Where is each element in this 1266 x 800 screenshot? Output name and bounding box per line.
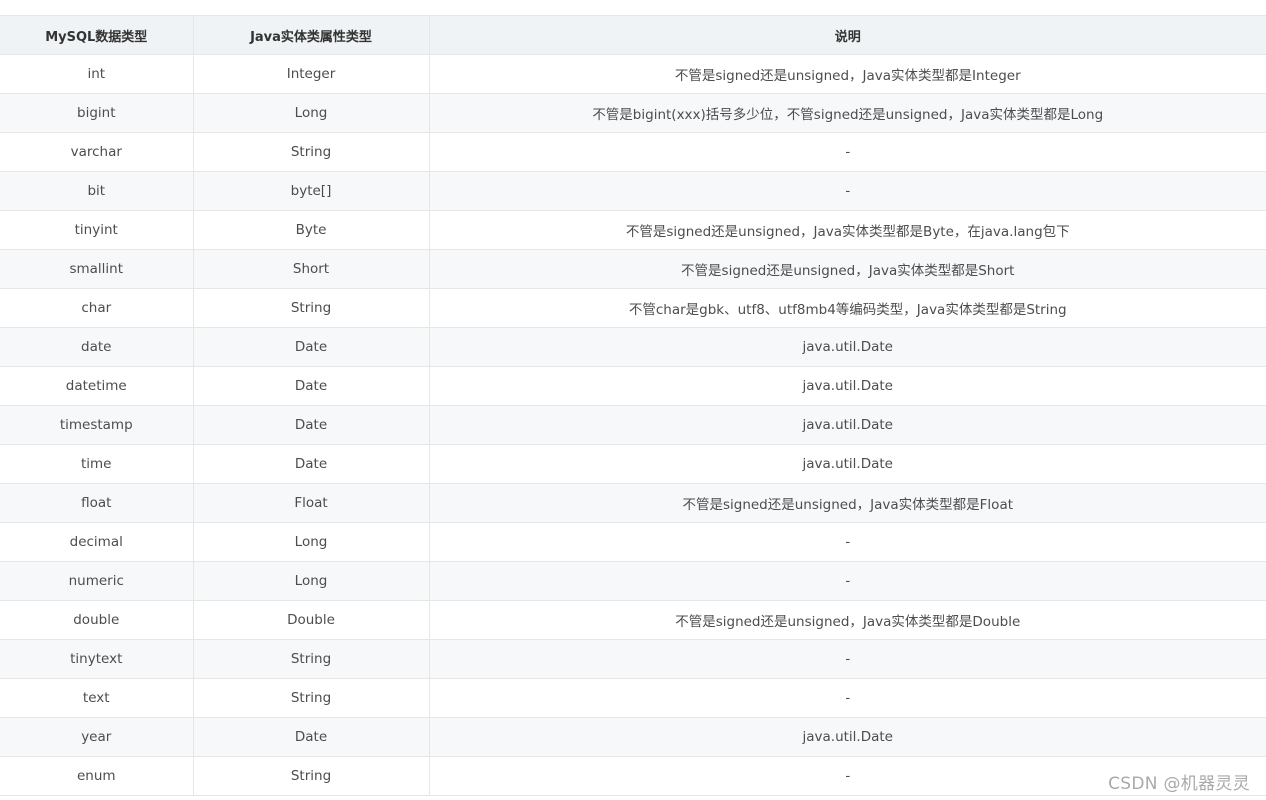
mysql-type-cell: numeric xyxy=(0,561,194,601)
table-row: int Integer 不管是signed还是unsigned，Java实体类型都是… xyxy=(0,54,1266,94)
description-cell: java.util.Date xyxy=(428,717,1266,757)
mysql-type-cell: int xyxy=(0,54,194,94)
mysql-type-cell: date xyxy=(0,327,194,367)
mysql-type-cell: double xyxy=(0,600,194,640)
description-cell: 不管是signed还是unsigned，Java实体类型都是Byte，在java… xyxy=(428,210,1266,250)
mysql-type-cell: timestamp xyxy=(0,405,194,445)
description-cell: 不管是signed还是unsigned，Java实体类型都是Double xyxy=(428,600,1266,640)
java-type-cell: Long xyxy=(192,561,430,601)
mysql-type-cell: float xyxy=(0,483,194,523)
java-type-cell: Short xyxy=(192,249,430,289)
mysql-type-cell: tinyint xyxy=(0,210,194,250)
java-type-cell: Date xyxy=(192,444,430,484)
description-cell: java.util.Date xyxy=(428,405,1266,445)
header-mysql-type: MySQL数据类型 xyxy=(0,15,194,55)
java-type-cell: Date xyxy=(192,366,430,406)
mysql-type-cell: bit xyxy=(0,171,194,211)
table-header: MySQL数据类型 Java实体类属性类型 说明 xyxy=(0,15,1266,55)
header-row: MySQL数据类型 Java实体类属性类型 说明 xyxy=(0,15,1266,55)
description-cell: - xyxy=(428,171,1266,211)
table-row: float Float 不管是signed还是unsigned，Java实体类型都是… xyxy=(0,483,1266,523)
description-cell: java.util.Date xyxy=(428,444,1266,484)
table-body: int Integer 不管是signed还是unsigned，Java实体类型都是… xyxy=(0,54,1266,796)
java-type-cell: Float xyxy=(192,483,430,523)
java-type-cell: Long xyxy=(192,93,430,133)
mysql-type-cell: decimal xyxy=(0,522,194,562)
description-cell: - xyxy=(428,522,1266,562)
table-row: datetime Date java.util.Date xyxy=(0,366,1266,406)
table-row: date Date java.util.Date xyxy=(0,327,1266,367)
table-row: char String 不管char是gbk、utf8、utf8mb4等编码类型，J… xyxy=(0,288,1266,328)
header-description: 说明 xyxy=(428,15,1266,55)
table-row: decimal Long - xyxy=(0,522,1266,562)
java-type-cell: byte[] xyxy=(192,171,430,211)
java-type-cell: String xyxy=(192,639,430,679)
table-row: timestamp Date java.util.Date xyxy=(0,405,1266,445)
mysql-type-cell: year xyxy=(0,717,194,757)
table-row: numeric Long - xyxy=(0,561,1266,601)
mysql-type-cell: datetime xyxy=(0,366,194,406)
java-type-cell: Integer xyxy=(192,54,430,94)
type-mapping-table-container: MySQL数据类型 Java实体类属性类型 说明 int Integer 不管是si… xyxy=(0,15,1266,796)
mysql-type-cell: enum xyxy=(0,756,194,796)
description-cell: java.util.Date xyxy=(428,327,1266,367)
description-cell: 不管是bigint(xxx)括号多少位，不管signed还是unsigned，J… xyxy=(428,93,1266,133)
java-type-cell: Long xyxy=(192,522,430,562)
java-type-cell: String xyxy=(192,756,430,796)
description-cell: - xyxy=(428,561,1266,601)
table-row: bigint Long 不管是bigint(xxx)括号多少位，不管signed还是… xyxy=(0,93,1266,133)
mysql-type-cell: tinytext xyxy=(0,639,194,679)
mysql-type-cell: text xyxy=(0,678,194,718)
table-row: tinyint Byte 不管是signed还是unsigned，Java实体类型都… xyxy=(0,210,1266,250)
java-type-cell: String xyxy=(192,288,430,328)
java-type-cell: Date xyxy=(192,405,430,445)
mysql-type-cell: char xyxy=(0,288,194,328)
type-mapping-table: MySQL数据类型 Java实体类属性类型 说明 int Integer 不管是si… xyxy=(0,15,1266,796)
table-row: varchar String - xyxy=(0,132,1266,172)
description-cell: 不管是signed还是unsigned，Java实体类型都是Float xyxy=(428,483,1266,523)
java-type-cell: String xyxy=(192,678,430,718)
table-row: tinytext String - xyxy=(0,639,1266,679)
mysql-type-cell: varchar xyxy=(0,132,194,172)
java-type-cell: String xyxy=(192,132,430,172)
mysql-type-cell: bigint xyxy=(0,93,194,133)
java-type-cell: Byte xyxy=(192,210,430,250)
table-row: text String - xyxy=(0,678,1266,718)
description-cell: 不管char是gbk、utf8、utf8mb4等编码类型，Java实体类型都是S… xyxy=(428,288,1266,328)
mysql-type-cell: time xyxy=(0,444,194,484)
description-cell: - xyxy=(428,678,1266,718)
csdn-watermark: CSDN @机器灵灵 xyxy=(1108,774,1250,794)
description-cell: 不管是signed还是unsigned，Java实体类型都是Short xyxy=(428,249,1266,289)
table-row: time Date java.util.Date xyxy=(0,444,1266,484)
header-java-type: Java实体类属性类型 xyxy=(192,15,430,55)
description-cell: - xyxy=(428,132,1266,172)
table-row: double Double 不管是signed还是unsigned，Java实体类型… xyxy=(0,600,1266,640)
java-type-cell: Date xyxy=(192,717,430,757)
description-cell: - xyxy=(428,639,1266,679)
table-row: year Date java.util.Date xyxy=(0,717,1266,757)
table-row: smallint Short 不管是signed还是unsigned，Java实体类… xyxy=(0,249,1266,289)
description-cell: java.util.Date xyxy=(428,366,1266,406)
java-type-cell: Double xyxy=(192,600,430,640)
java-type-cell: Date xyxy=(192,327,430,367)
mysql-type-cell: smallint xyxy=(0,249,194,289)
table-row: enum String - xyxy=(0,756,1266,796)
table-row: bit byte[] - xyxy=(0,171,1266,211)
description-cell: 不管是signed还是unsigned，Java实体类型都是Integer xyxy=(428,54,1266,94)
